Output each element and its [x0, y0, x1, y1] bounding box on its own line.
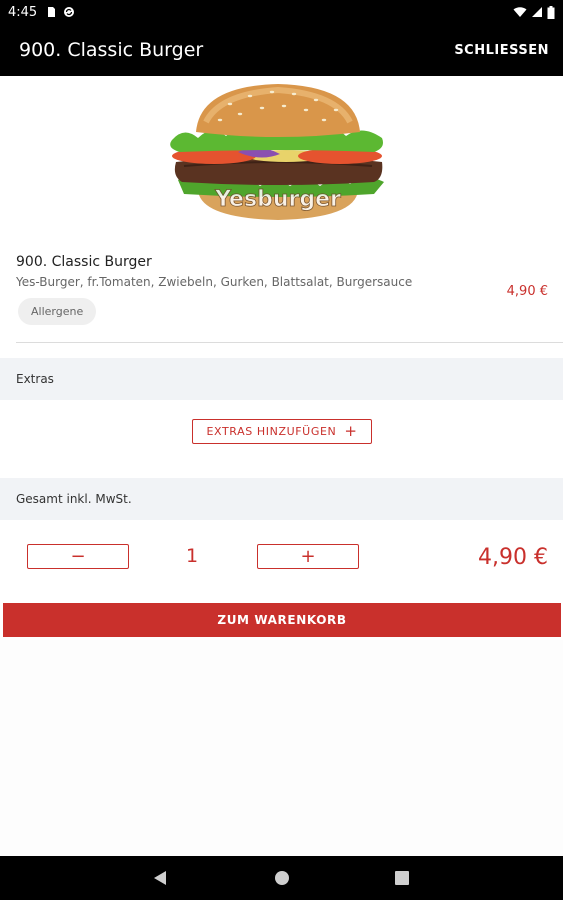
add-to-cart-label: ZUM WARENKORB	[217, 613, 347, 627]
total-price: 4,90 €	[478, 545, 548, 570]
total-header-label: Gesamt inkl. MwSt.	[16, 492, 132, 506]
battery-icon	[547, 5, 555, 19]
plus-icon: +	[344, 422, 358, 440]
app-bar: 900. Classic Burger SCHLIESSEN	[0, 24, 563, 76]
status-time: 4:45	[8, 4, 38, 20]
product-info: 900. Classic Burger Yes-Burger, fr.Tomat…	[16, 254, 548, 325]
add-extras-label: EXTRAS HINZUFÜGEN	[206, 425, 337, 438]
increase-quantity-button[interactable]: +	[257, 544, 359, 569]
home-icon[interactable]	[274, 870, 290, 886]
allergen-chip[interactable]: Allergene	[18, 298, 97, 325]
sd-card-icon	[48, 7, 56, 17]
extras-header: Extras	[0, 358, 563, 400]
status-right-icons	[513, 5, 555, 19]
decrease-quantity-button[interactable]: −	[27, 544, 129, 569]
burger-watermark: Yesburger	[214, 187, 341, 212]
status-bar: 4:45	[0, 0, 563, 24]
minus-icon: −	[70, 546, 86, 567]
back-icon[interactable]	[153, 870, 167, 886]
quantity-value: 1	[185, 545, 199, 567]
signal-icon	[532, 7, 542, 17]
background-area	[0, 640, 563, 856]
navigation-bar	[0, 856, 563, 900]
add-to-cart-button[interactable]: ZUM WARENKORB	[3, 603, 561, 637]
add-extras-button[interactable]: EXTRAS HINZUFÜGEN +	[192, 419, 372, 444]
sync-icon	[64, 7, 75, 17]
total-header: Gesamt inkl. MwSt.	[0, 478, 563, 520]
product-price: 4,90 €	[506, 284, 548, 299]
recents-icon[interactable]	[395, 871, 409, 885]
extras-header-label: Extras	[16, 372, 54, 386]
page-title: 900. Classic Burger	[19, 39, 204, 61]
close-button[interactable]: SCHLIESSEN	[454, 43, 549, 58]
wifi-icon	[513, 7, 527, 17]
divider	[16, 342, 563, 343]
product-description: Yes-Burger, fr.Tomaten, Zwiebeln, Gurken…	[16, 275, 413, 289]
plus-icon: +	[300, 546, 316, 567]
product-name: 900. Classic Burger	[16, 254, 152, 270]
burger-image: Yesburger	[170, 84, 384, 220]
